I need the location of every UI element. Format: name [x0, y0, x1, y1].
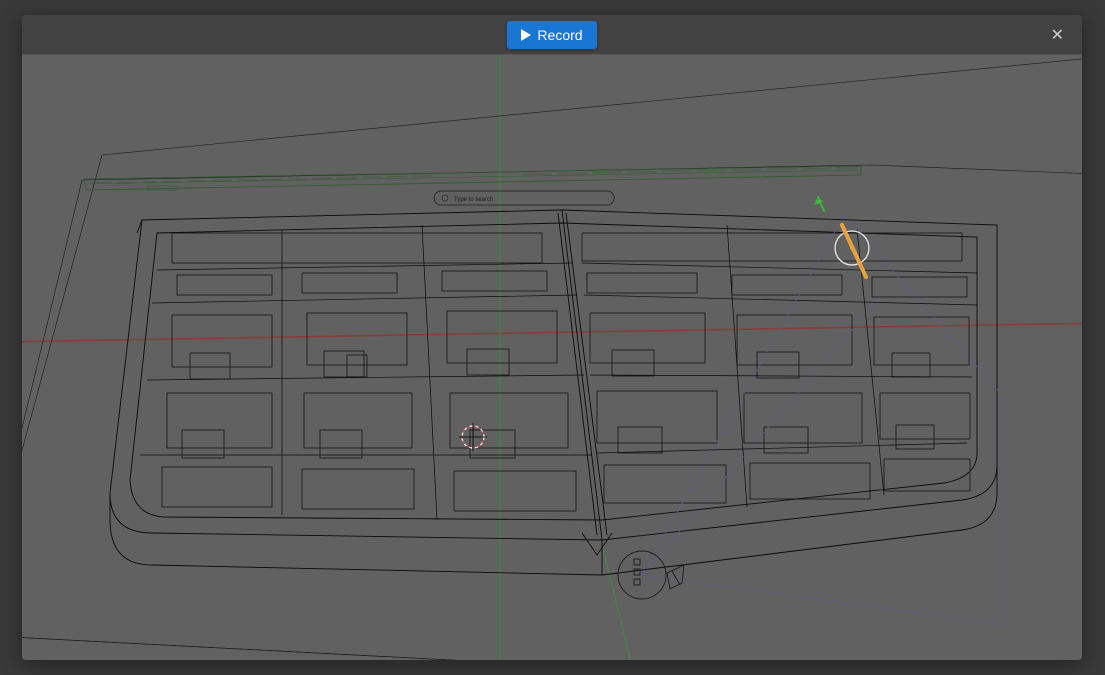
building-wireframe [110, 210, 997, 575]
viewport-3d[interactable]: Type to search [22, 55, 1082, 660]
search-placeholder-text: Type to search [454, 197, 493, 203]
wireframe-scene: Type to search [22, 55, 1082, 660]
play-icon [521, 29, 531, 41]
viewer-panel: Record ✕ [22, 15, 1082, 660]
close-button[interactable]: ✕ [1043, 21, 1072, 49]
axis-x [22, 321, 1082, 345]
ground-plane-inner [22, 165, 1082, 660]
ground-plane [22, 55, 1082, 660]
record-label: Record [537, 27, 582, 43]
ground-line [602, 545, 654, 660]
search-box-wire: Type to search [434, 191, 614, 205]
close-icon: ✕ [1051, 27, 1064, 44]
light-gizmo [814, 197, 869, 277]
panel-header: Record ✕ [22, 15, 1082, 55]
record-button[interactable]: Record [507, 21, 596, 49]
cursor-3d [459, 423, 487, 451]
